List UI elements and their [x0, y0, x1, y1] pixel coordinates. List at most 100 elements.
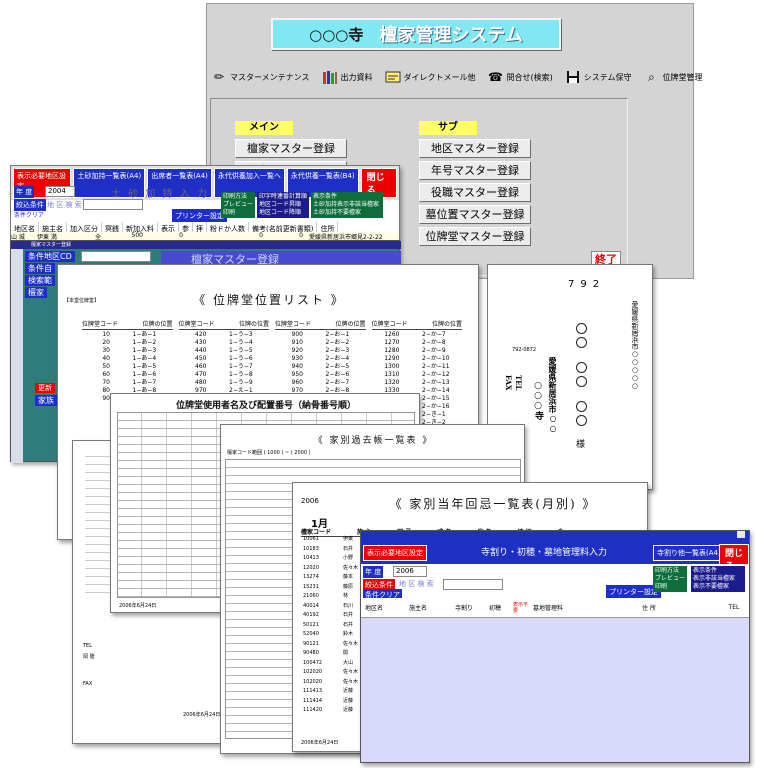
danka-master-button[interactable]: 檀家マスター登録 — [235, 139, 347, 158]
annual-row: 40014 石川 — [303, 602, 358, 612]
ihai-master-button[interactable]: 位牌堂マスター登録 — [419, 227, 531, 246]
fee-list-button[interactable]: 寺割り他一覧表(A4) — [653, 545, 725, 561]
ihai-pos: 1−う−9 — [229, 379, 253, 386]
annual-name: 石井 — [343, 545, 354, 552]
ihai-pos: 2−か−15 — [422, 395, 450, 402]
ihai-code: 90 — [102, 395, 110, 402]
ihai-pos: 2−か−8 — [422, 339, 446, 346]
ihai-code: 40 — [102, 355, 110, 362]
ihai-users-title: 位牌堂使用者名及び配置番号（納骨番号順） — [175, 401, 356, 411]
circle-mark — [576, 415, 587, 426]
year-select[interactable]: 2004 — [45, 186, 75, 197]
annual-code: 100472 — [303, 659, 323, 666]
ihai-pos: 2−お−5 — [325, 363, 350, 370]
ihai-code: 470 — [195, 371, 207, 378]
display-cond-option[interactable]: 表示非該当檀家 — [693, 575, 743, 583]
col-pos: 位牌の位置 — [238, 321, 269, 328]
preview-radio[interactable]: プレビュー — [223, 201, 253, 209]
era-master-button[interactable]: 年号マスター登録 — [419, 161, 531, 180]
window-min-icon[interactable] — [737, 531, 745, 538]
left-label-tel: TEL — [83, 643, 92, 649]
ihai-row: 950 2−お−6 — [275, 371, 366, 379]
annual-code: 52040 — [303, 631, 319, 637]
ihai-pos: 1−う−3 — [229, 331, 253, 338]
ihai-column-header: 位牌堂コード 位牌の位置 — [178, 319, 269, 330]
ihai-code: 80 — [102, 387, 110, 394]
front-table-header: 地区名 施主名 寺割り 初穂 表示不要 墓地管理料 住 所 TEL — [361, 598, 749, 618]
circle-mark — [576, 362, 587, 373]
annual-row: 111414 近藤 — [303, 697, 358, 707]
ihai-code: 960 — [291, 379, 303, 386]
ihai-code: 60 — [102, 371, 110, 378]
col-name: 施主名 — [409, 605, 428, 612]
annual-name: 佐々木 — [343, 564, 359, 571]
print-radio[interactable]: 印刷 — [223, 209, 253, 217]
col-pos: 位牌の位置 — [335, 321, 366, 328]
menu-ihai-management[interactable]: ⌕ 位牌堂管理 — [640, 66, 711, 88]
district-search-input[interactable] — [83, 199, 143, 210]
phone-icon: ☎ — [488, 70, 503, 84]
ihai-pos: 2−お−2 — [325, 339, 350, 346]
narrow-clear-button[interactable]: 条件クリア — [14, 210, 44, 219]
ihai-row: 470 1−う−8 — [179, 371, 270, 379]
ihai-row: 440 1−う−5 — [179, 347, 270, 355]
col-address: 住 所 — [642, 605, 656, 612]
year-select[interactable]: 2006 — [393, 566, 427, 577]
annual-row: 10413 小野 — [303, 554, 358, 564]
temple-name: ○○○寺 — [309, 25, 364, 44]
ihai-pos: 1−う−4 — [229, 339, 253, 346]
annual-name: 小野 — [343, 555, 354, 561]
ihai-code: 50 — [102, 363, 110, 370]
ihai-pos: 1−あ−3 — [132, 347, 157, 354]
ihai-row: 40 1−あ−4 — [82, 355, 173, 363]
menu-system-maintenance[interactable]: システム保守 — [561, 66, 640, 88]
district-setting-button[interactable]: 表示必要地区設定 — [363, 545, 427, 561]
preview-radio[interactable]: プレビュー — [655, 575, 685, 583]
annual-name: 石井 — [343, 612, 354, 618]
district-search-input[interactable] — [443, 579, 503, 590]
menu-output[interactable]: 出力資料 — [318, 66, 381, 88]
menu-inquiry[interactable]: ☎ 問合せ(検索) — [484, 66, 561, 88]
grave-position-master-button[interactable]: 墓位置マスター登録 — [419, 205, 531, 224]
ihai-pos: 1−う−6 — [229, 355, 253, 362]
update-button[interactable]: 更新 — [35, 383, 55, 393]
display-cond-option[interactable]: 土砂加持不要檀家 — [313, 209, 381, 217]
ihai-row: 900 2−お−1 — [275, 331, 366, 339]
print-radio[interactable]: 印刷 — [655, 583, 685, 591]
family-button[interactable]: 家族 — [35, 395, 57, 406]
ihai-pos: 2−お−4 — [325, 355, 350, 362]
search-range-label: 検索範 — [25, 275, 55, 286]
ihai-row: 940 2−お−5 — [275, 363, 366, 371]
code-asc-radio[interactable]: 地区コード昇順 — [259, 201, 307, 209]
ihai-code: 450 — [195, 355, 207, 362]
ihai-row: 1320 2−か−13 — [372, 379, 463, 387]
menu-master-maintenance[interactable]: ✏ マスターメンテナンス — [207, 66, 318, 88]
ihai-pos: 2−か−10 — [422, 355, 450, 362]
menu-label: 出力資料 — [340, 72, 373, 82]
pencil-icon: ✏ — [213, 70, 225, 84]
district-cd-input[interactable] — [81, 251, 151, 262]
menu-direct-mail[interactable]: ダイレクトメール他 — [381, 66, 484, 88]
annual-row: 90480 関 — [303, 649, 358, 659]
ihai-pos: 2−か−11 — [422, 363, 450, 370]
year-label: 年 度 — [363, 566, 384, 578]
ihai-pos: 2−か−13 — [422, 379, 450, 386]
envelope-address: 愛媛県新居浜市○○○○○ — [631, 301, 639, 390]
front-form-title: 寺割り・初穂・墓地管理料入力 — [481, 548, 608, 558]
ihai-pos: 1−う−8 — [229, 371, 253, 378]
role-master-button[interactable]: 役職マスター登録 — [419, 183, 531, 202]
annual-name: 佐々木 — [343, 678, 359, 685]
system-title-banner: ○○○寺 檀家管理システム — [271, 18, 561, 50]
district-master-button[interactable]: 地区マスター登録 — [419, 139, 531, 158]
ihai-pos: 2−か−9 — [422, 347, 446, 354]
display-cond-option[interactable]: 表示不要檀家 — [693, 583, 743, 591]
annual-code: 10413 — [303, 555, 319, 561]
code-desc-radio[interactable]: 地区コード降順 — [259, 209, 307, 217]
ihai-row: 1260 2−か−7 — [372, 331, 463, 339]
ihai-pos: 2−か−14 — [422, 387, 450, 394]
display-cond-option[interactable]: 土砂加持表示非該当檀家 — [313, 201, 381, 209]
ihai-row: 960 2−お−7 — [275, 379, 366, 387]
ihai-pos: 1−あ−7 — [132, 379, 157, 386]
menu-bar: ✏ マスターメンテナンス 出力資料 ダイレクトメール他 ☎ 問合せ(検索) シス… — [207, 66, 703, 88]
envelope-zip2: 792-0872 — [512, 347, 537, 353]
